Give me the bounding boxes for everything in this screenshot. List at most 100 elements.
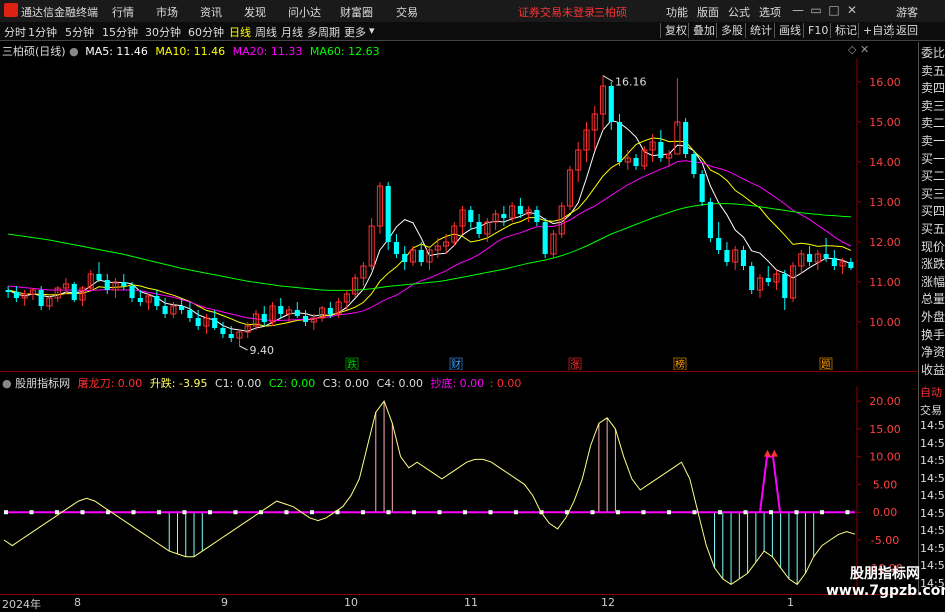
side-panel-item[interactable]: 外盘 [921, 308, 945, 325]
candle-body [179, 306, 185, 310]
side-panel-item[interactable]: 卖一 [921, 132, 945, 149]
zero-line-marker [667, 510, 671, 515]
side-panel-item[interactable]: 现价 [921, 238, 945, 255]
layout-button[interactable]: 版面 [697, 4, 719, 20]
side-panel-item[interactable]: 买五 [921, 220, 945, 237]
candle-body [402, 254, 408, 262]
period-tab-multi[interactable]: 多周期 [307, 24, 340, 40]
chart-expand-icon[interactable]: ◇ ✕ [848, 43, 869, 56]
period-tab-15min[interactable]: 15分钟 [102, 24, 138, 40]
side-panel-item[interactable]: 卖二 [921, 114, 945, 131]
side-panel-item[interactable]: 涨跌 [921, 255, 945, 272]
time-label-aug: 8 [74, 596, 81, 609]
zero-line-marker [845, 510, 850, 515]
trade-panel-item[interactable]: 14:56 [920, 542, 945, 555]
zero-line-marker [386, 510, 391, 515]
side-panel-item[interactable]: 买四 [921, 202, 945, 219]
trade-panel-item[interactable]: 14:56 [920, 472, 945, 485]
indicator-tick-label: 10.00 [869, 451, 901, 464]
side-panel-item[interactable]: 卖三 [921, 97, 945, 114]
candle-body [724, 250, 730, 262]
trade-panel-item[interactable]: 自动 [920, 384, 942, 400]
menu-market[interactable]: 市场 [156, 4, 178, 20]
trade-panel-item[interactable]: 14:56 [920, 437, 945, 450]
zero-line-marker [463, 510, 467, 515]
guest-user[interactable]: 游客 [896, 4, 918, 20]
candle-body [418, 250, 424, 262]
price-tick-label: 10.00 [869, 316, 901, 329]
login-notice[interactable]: 证券交易未登录 [518, 4, 595, 20]
overlay-tab[interactable]: 叠加 [688, 23, 719, 38]
period-tab-30min[interactable]: 30分钟 [145, 24, 181, 40]
maximize-icon[interactable]: □ [826, 2, 842, 18]
bottom-signal-arrow: ▲▲ [764, 449, 778, 459]
trade-panel-item[interactable]: 14:56 [920, 507, 945, 520]
function-button[interactable]: 功能 [666, 4, 688, 20]
period-tab-weekly[interactable]: 周线 [255, 24, 277, 40]
side-panel-item[interactable]: 买一 [921, 150, 945, 167]
formula-button[interactable]: 公式 [728, 4, 750, 20]
restore-icon[interactable]: ▭ [808, 2, 824, 18]
watermark-line2: www.7gpzb.com [826, 583, 945, 599]
zero-line-marker [182, 510, 187, 515]
side-panel-item[interactable]: 换手 [921, 326, 945, 343]
adjust-tab[interactable]: 复权 [660, 23, 691, 38]
event-marker-label: 跌 [347, 358, 357, 370]
time-label-sep: 9 [221, 596, 228, 609]
settings-dot-icon[interactable]: ● [69, 45, 79, 58]
pane-divider[interactable] [0, 371, 918, 372]
menu-quotes[interactable]: 行情 [112, 4, 134, 20]
dropdown-chevron-icon[interactable]: ▾ [369, 24, 375, 37]
candle-body [658, 142, 664, 158]
trade-panel-item[interactable]: 14:56 [920, 524, 945, 537]
menu-discover[interactable]: 发现 [244, 4, 266, 20]
candle-body [71, 284, 77, 300]
indicator-tick-label: -5.00 [871, 534, 899, 547]
trade-panel-item[interactable]: 14:56 [920, 489, 945, 502]
mark-tab[interactable]: 标记 [830, 23, 861, 38]
side-panel-item[interactable]: 卖五 [921, 62, 945, 79]
watermark-line1: 股朋指标网 [850, 566, 920, 582]
period-tab-monthly[interactable]: 月线 [281, 24, 303, 40]
period-tab-60min[interactable]: 60分钟 [188, 24, 224, 40]
period-tab-5min[interactable]: 5分钟 [65, 24, 94, 40]
candle-body [129, 286, 135, 298]
side-panel-item[interactable]: 涨幅 [921, 273, 945, 290]
stats-tab[interactable]: 统计 [745, 23, 776, 38]
side-panel-item[interactable]: 卖四 [921, 79, 945, 96]
menu-trade[interactable]: 交易 [396, 4, 418, 20]
minimize-icon[interactable]: — [790, 2, 806, 18]
period-tab-daily[interactable]: 日线 [229, 24, 251, 40]
trade-panel-item[interactable]: 14:56 [920, 419, 945, 432]
zero-line-marker [794, 510, 799, 515]
side-panel-item[interactable]: 收益 [921, 361, 945, 378]
side-panel-item[interactable]: 总量 [921, 290, 945, 307]
menu-news[interactable]: 资讯 [200, 4, 222, 20]
back-tab[interactable]: 返回 [891, 23, 922, 38]
multi-stock-tab[interactable]: 多股 [716, 23, 747, 38]
indicator-chart[interactable]: 20.0015.0010.005.000.00-5.00-10.00▲▲ [0, 386, 918, 594]
side-panel-item[interactable]: 委比 [921, 44, 945, 61]
candle-body [683, 122, 689, 154]
trade-panel-item[interactable]: 交易 [920, 402, 942, 418]
trade-panel-item[interactable]: 14:56 [920, 454, 945, 467]
side-panel-item[interactable]: 买二 [921, 167, 945, 184]
close-icon[interactable]: ✕ [844, 2, 860, 18]
zero-line-marker [514, 510, 518, 515]
candle-body [674, 121, 681, 155]
draw-line-tab[interactable]: 画线 [774, 23, 805, 38]
side-panel-item[interactable]: 净资 [921, 343, 945, 360]
event-marker-label: 榜 [675, 358, 685, 370]
f10-tab[interactable]: F10 [803, 23, 832, 38]
menu-wealth[interactable]: 财富圈 [340, 4, 373, 20]
options-button[interactable]: 选项 [759, 4, 781, 20]
candle-body [96, 274, 102, 280]
menu-ask[interactable]: 问小达 [288, 4, 321, 20]
period-tab-more[interactable]: 更多 [344, 24, 366, 40]
side-panel-item[interactable]: 买三 [921, 185, 945, 202]
candlestick-chart[interactable]: 16.00 15.00 14.00 13.00 12.00 11.00 10.00 16.16… [0, 58, 918, 370]
period-tab-1min[interactable]: 1分钟 [28, 24, 57, 40]
ma5-label: MA5: 11.46 [85, 45, 148, 58]
period-tab-intraday[interactable]: 分时 [4, 24, 26, 40]
candle-body [228, 334, 234, 338]
